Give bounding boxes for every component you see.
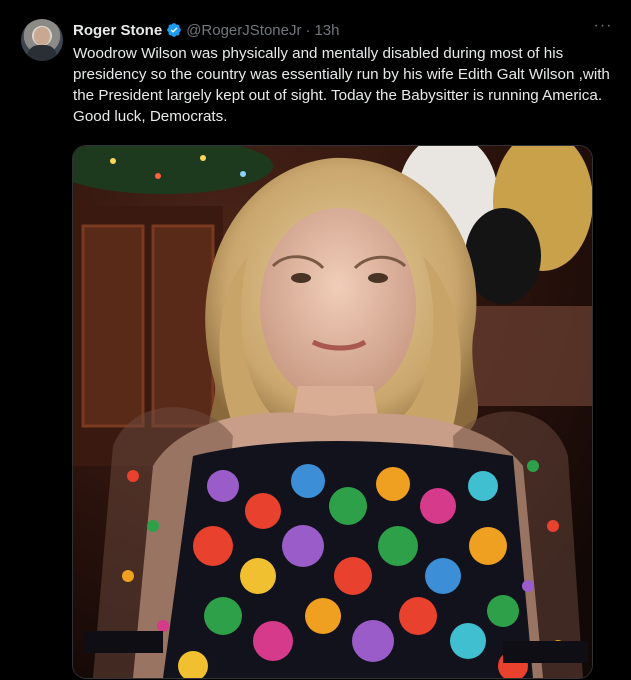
author-name[interactable]: Roger Stone (73, 22, 162, 39)
tweet-photo[interactable] (72, 145, 593, 679)
tweet-text: Woodrow Wilson was physically and mental… (73, 45, 610, 125)
more-options-icon[interactable]: ··· (592, 18, 614, 40)
tweet-header: Roger Stone @RogerJStoneJr · 13h (73, 20, 340, 40)
tweet[interactable]: Roger Stone @RogerJStoneJr · 13h ··· Woo… (0, 0, 631, 680)
author-handle[interactable]: @RogerJStoneJr (186, 22, 301, 39)
separator-dot: · (305, 21, 311, 39)
verified-badge-icon (166, 22, 182, 38)
avatar[interactable] (21, 19, 63, 61)
timestamp[interactable]: 13h (314, 22, 339, 39)
